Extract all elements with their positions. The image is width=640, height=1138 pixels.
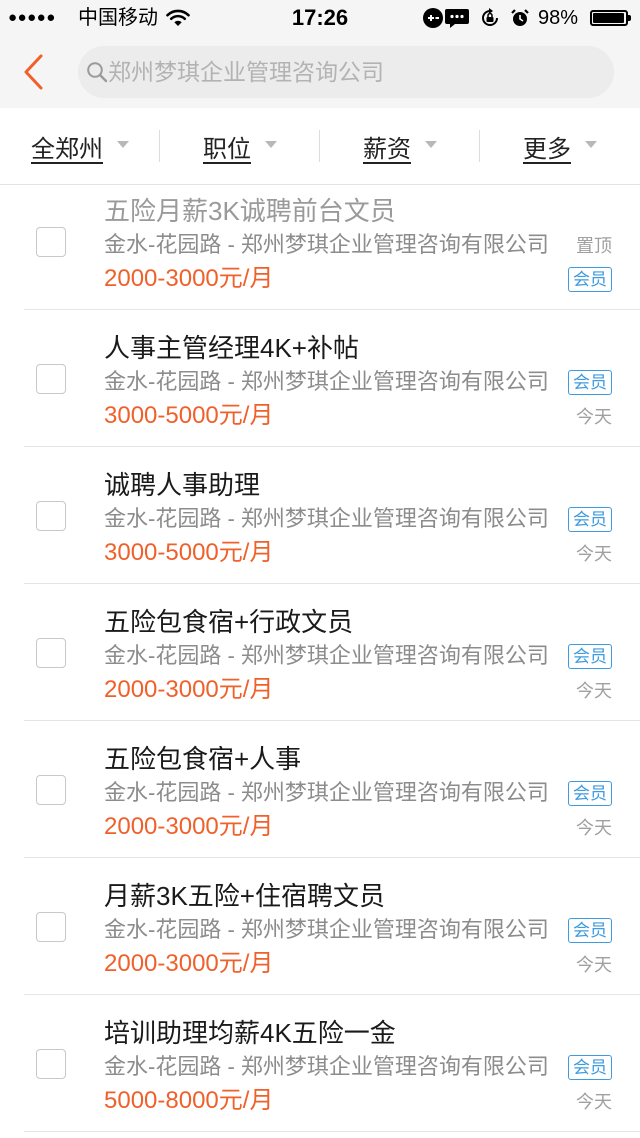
job-list-item[interactable]: 诚聘人事助理 金水-花园路 - 郑州梦琪企业管理咨询有限公司 3000-5000… xyxy=(24,447,640,584)
search-input[interactable] xyxy=(78,46,614,98)
posted-date: 今天 xyxy=(576,1092,612,1112)
posted-date: 今天 xyxy=(576,681,612,701)
job-title: 月薪3K五险+住宿聘文员 xyxy=(104,881,385,911)
status-bar: ●●●●● 中国移动 17:26 98% xyxy=(0,0,640,36)
member-badge: 会员 xyxy=(568,643,612,669)
posted-date: 今天 xyxy=(576,544,612,564)
select-checkbox[interactable] xyxy=(36,501,66,531)
filter-label: 薪资 xyxy=(363,135,411,163)
select-checkbox[interactable] xyxy=(36,364,66,394)
posted-date: 今天 xyxy=(576,955,612,975)
job-meta: 会员 今天 xyxy=(542,1050,612,1118)
job-list-item[interactable]: 五险月薪3K诚聘前台文员 金水-花园路 - 郑州梦琪企业管理咨询有限公司 200… xyxy=(24,185,640,310)
member-badge: 会员 xyxy=(568,266,612,292)
job-list-item[interactable]: 五险包食宿+行政文员 金水-花园路 - 郑州梦琪企业管理咨询有限公司 2000-… xyxy=(24,584,640,721)
caret-down-icon xyxy=(265,140,277,148)
job-meta: 会员 今天 xyxy=(542,502,612,570)
caret-down-icon xyxy=(117,140,129,148)
battery-percentage: 98% xyxy=(538,7,579,29)
select-checkbox[interactable] xyxy=(36,227,66,257)
link-icon xyxy=(422,7,444,34)
job-title: 五险包食宿+人事 xyxy=(104,744,302,774)
job-meta: 置顶 会员 xyxy=(542,228,612,296)
job-title: 五险包食宿+行政文员 xyxy=(104,607,354,637)
filter-label: 职位 xyxy=(203,135,251,163)
battery-icon xyxy=(590,10,632,26)
chat-icon xyxy=(444,7,470,34)
job-list-item[interactable]: 五险包食宿+人事 金水-花园路 - 郑州梦琪企业管理咨询有限公司 2000-30… xyxy=(24,721,640,858)
search-icon xyxy=(86,61,108,88)
posted-date: 今天 xyxy=(576,818,612,838)
select-checkbox[interactable] xyxy=(36,638,66,668)
filter-position[interactable]: 职位 xyxy=(160,108,320,184)
select-checkbox[interactable] xyxy=(36,1049,66,1079)
filter-label: 更多 xyxy=(523,135,571,163)
posted-date: 今天 xyxy=(576,407,612,427)
member-badge: 会员 xyxy=(568,1054,612,1080)
job-list-item[interactable]: 人事主管经理4K+补帖 金水-花园路 - 郑州梦琪企业管理咨询有限公司 3000… xyxy=(24,310,640,447)
job-list: 五险月薪3K诚聘前台文员 金水-花园路 - 郑州梦琪企业管理咨询有限公司 200… xyxy=(0,185,640,1132)
search-box xyxy=(78,46,614,98)
rotation-lock-icon xyxy=(480,8,500,33)
caret-down-icon xyxy=(585,140,597,148)
filter-salary[interactable]: 薪资 xyxy=(320,108,480,184)
member-badge: 会员 xyxy=(568,369,612,395)
job-title: 诚聘人事助理 xyxy=(104,470,261,500)
member-badge: 会员 xyxy=(568,780,612,806)
job-list-item[interactable]: 培训助理均薪4K五险一金 金水-花园路 - 郑州梦琪企业管理咨询有限公司 500… xyxy=(24,995,640,1132)
member-badge: 会员 xyxy=(568,506,612,532)
job-title: 人事主管经理4K+补帖 xyxy=(104,333,359,363)
caret-down-icon xyxy=(425,140,437,148)
job-title: 五险月薪3K诚聘前台文员 xyxy=(104,196,396,226)
job-meta: 会员 今天 xyxy=(542,639,612,707)
job-list-item[interactable]: 月薪3K五险+住宿聘文员 金水-花园路 - 郑州梦琪企业管理咨询有限公司 200… xyxy=(24,858,640,995)
select-checkbox[interactable] xyxy=(36,775,66,805)
select-checkbox[interactable] xyxy=(36,912,66,942)
job-title: 培训助理均薪4K五险一金 xyxy=(104,1018,396,1048)
back-button[interactable] xyxy=(18,52,48,92)
job-meta: 会员 今天 xyxy=(542,365,612,433)
member-badge: 会员 xyxy=(568,917,612,943)
job-meta: 会员 今天 xyxy=(542,913,612,981)
filter-bar: 全郑州 职位 薪资 更多 xyxy=(0,108,640,185)
filter-label: 全郑州 xyxy=(31,135,103,163)
filter-more[interactable]: 更多 xyxy=(480,108,640,184)
top-bar xyxy=(0,36,640,108)
chevron-left-icon xyxy=(24,54,43,90)
alarm-icon xyxy=(510,8,530,33)
filter-location[interactable]: 全郑州 xyxy=(0,108,160,184)
pinned-label: 置顶 xyxy=(576,236,612,256)
job-meta: 会员 今天 xyxy=(542,776,612,844)
